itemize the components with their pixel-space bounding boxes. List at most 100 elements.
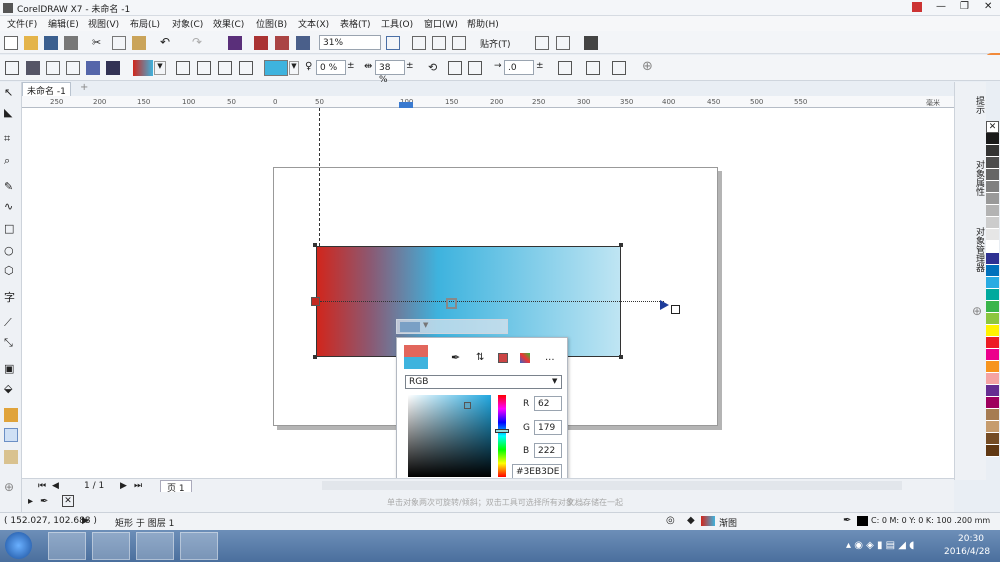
horizontal-scrollbar[interactable] [322, 481, 902, 490]
interactive-fill-icon[interactable] [4, 428, 18, 442]
hue-slider-handle[interactable] [495, 429, 509, 433]
palette-swatch[interactable] [986, 289, 999, 301]
hue-slider[interactable] [498, 395, 506, 477]
mini-dropdown[interactable]: ▼ [423, 321, 428, 329]
artistic-media-icon[interactable]: ∿ [4, 200, 18, 214]
palette-swatch[interactable] [986, 373, 999, 385]
last-page-icon[interactable]: ⏭ [134, 481, 142, 491]
two-color-pattern-icon[interactable] [106, 61, 120, 75]
palette-swatch[interactable] [986, 313, 999, 325]
zoom-level-input[interactable]: 31% [319, 35, 381, 50]
midpoint-spinner[interactable]: ± [406, 61, 414, 71]
elliptical-fill-icon[interactable] [197, 61, 211, 75]
palette-swatch[interactable] [986, 145, 999, 157]
palette-swatch[interactable] [986, 181, 999, 193]
b-input[interactable]: 222 [534, 443, 562, 458]
selection-handle[interactable] [619, 243, 623, 247]
g-input[interactable]: 179 [534, 420, 562, 435]
gradient-preview-swatch[interactable] [133, 60, 153, 76]
add-toolbar-icon[interactable]: ⊕ [642, 59, 653, 74]
rectangle-tool-icon[interactable]: □ [4, 222, 18, 236]
palette-swatch[interactable] [986, 409, 999, 421]
app-launcher-icon[interactable] [556, 36, 570, 50]
gradient-midpoint-node[interactable] [446, 298, 457, 309]
undo-icon[interactable]: ↶ [160, 35, 174, 49]
palette-swatch[interactable] [986, 337, 999, 349]
close-button[interactable]: ✕ [984, 1, 992, 12]
fountain-fill-icon[interactable] [46, 61, 60, 75]
no-color-swatch[interactable]: ✕ [986, 121, 999, 133]
add-tool-icon[interactable]: ⊕ [4, 480, 18, 494]
more-options-button[interactable]: ... [545, 352, 555, 363]
taskbar-app-image[interactable] [136, 532, 174, 560]
menu-layout[interactable]: 布局(L) [130, 17, 160, 30]
palette-swatch[interactable] [986, 157, 999, 169]
crop-tool-icon[interactable]: ⌗ [4, 132, 18, 146]
first-page-icon[interactable]: ⏮ [38, 481, 46, 491]
export-icon[interactable] [275, 36, 289, 50]
taskbar-app-coreldraw[interactable] [92, 532, 130, 560]
palette-swatch[interactable] [986, 325, 999, 337]
freehand-tool-icon[interactable]: ✎ [4, 180, 18, 194]
tray-icons[interactable]: ▴ ◉ ◈ ▮ ▤ ◢ ◖ [846, 540, 914, 551]
palette-swatch[interactable] [986, 253, 999, 265]
transparency-tool-icon[interactable]: ⬙ [4, 382, 18, 396]
copy-fill-icon[interactable] [586, 61, 600, 75]
palette-swatch[interactable] [986, 193, 999, 205]
palette-swatch[interactable] [986, 205, 999, 217]
selection-handle[interactable] [619, 355, 623, 359]
eyedropper-icon[interactable]: ✒ [451, 351, 460, 364]
prev-page-icon[interactable]: ◀ [52, 481, 59, 491]
guideline-vertical[interactable] [319, 108, 320, 246]
palette-swatch[interactable] [986, 421, 999, 433]
menu-text[interactable]: 文本(X) [298, 17, 329, 30]
uniform-fill-icon[interactable] [26, 61, 40, 75]
snap-to-dropdown[interactable]: 贴齐(T) [480, 37, 511, 50]
user-icon[interactable] [912, 2, 922, 12]
welcome-screen-icon[interactable] [584, 36, 598, 50]
menu-help[interactable]: 帮助(H) [467, 17, 499, 30]
no-fill-icon[interactable] [5, 61, 19, 75]
start-button[interactable] [5, 532, 32, 559]
search-content-icon[interactable] [228, 36, 242, 50]
docker-tab-hints[interactable]: 提示 [973, 96, 986, 114]
menu-file[interactable]: 文件(F) [7, 17, 37, 30]
r-input[interactable]: 62 [534, 396, 562, 411]
no-color-swatch[interactable]: ✕ [62, 495, 74, 507]
hex-input[interactable]: #3EB3DE [512, 464, 562, 479]
rectangular-fill-icon[interactable] [239, 61, 253, 75]
ellipse-tool-icon[interactable]: ○ [4, 244, 18, 258]
taskbar-app-sogou[interactable] [48, 532, 86, 560]
menu-bitmap[interactable]: 位图(B) [256, 17, 287, 30]
new-icon[interactable] [4, 36, 18, 50]
docker-tab-object-manager[interactable]: 对象管理器 [973, 227, 986, 272]
palette-swatch[interactable] [986, 169, 999, 181]
horizontal-ruler[interactable]: 250 200 150 100 50 0 50 100 150 200 250 … [22, 96, 954, 108]
gradient-vector-line[interactable] [320, 301, 664, 302]
show-guidelines-icon[interactable] [452, 36, 466, 50]
color-palettes-icon[interactable] [520, 353, 530, 363]
selection-handle[interactable] [313, 355, 317, 359]
pick-tool-icon[interactable]: ↖ [4, 86, 18, 100]
add-docker-icon[interactable]: ⊕ [972, 304, 982, 318]
menu-tools[interactable]: 工具(O) [381, 17, 413, 30]
color-proof-icon[interactable]: ◎ [666, 515, 675, 526]
vector-pattern-fill-icon[interactable] [66, 61, 80, 75]
full-screen-icon[interactable] [386, 36, 400, 50]
palette-swatch[interactable] [986, 277, 999, 289]
palette-swatch[interactable] [986, 397, 999, 409]
taskbar-app-explorer[interactable] [180, 532, 218, 560]
new-tab-icon[interactable]: + [80, 82, 88, 93]
repeat-icon[interactable] [468, 61, 482, 75]
open-icon[interactable] [24, 36, 38, 50]
cut-icon[interactable]: ✂ [92, 36, 106, 50]
publish-pdf-icon[interactable] [296, 36, 310, 50]
acceleration-input[interactable]: .0 [504, 60, 534, 75]
fill-indicator-swatch[interactable] [701, 516, 715, 526]
outline-color-swatch[interactable] [857, 516, 868, 526]
show-rulers-icon[interactable] [412, 36, 426, 50]
connector-tool-icon[interactable]: ⤡ [4, 336, 18, 350]
menu-object[interactable]: 对象(C) [172, 17, 203, 30]
minimize-button[interactable]: — [936, 1, 946, 12]
palette-swatch[interactable] [986, 265, 999, 277]
